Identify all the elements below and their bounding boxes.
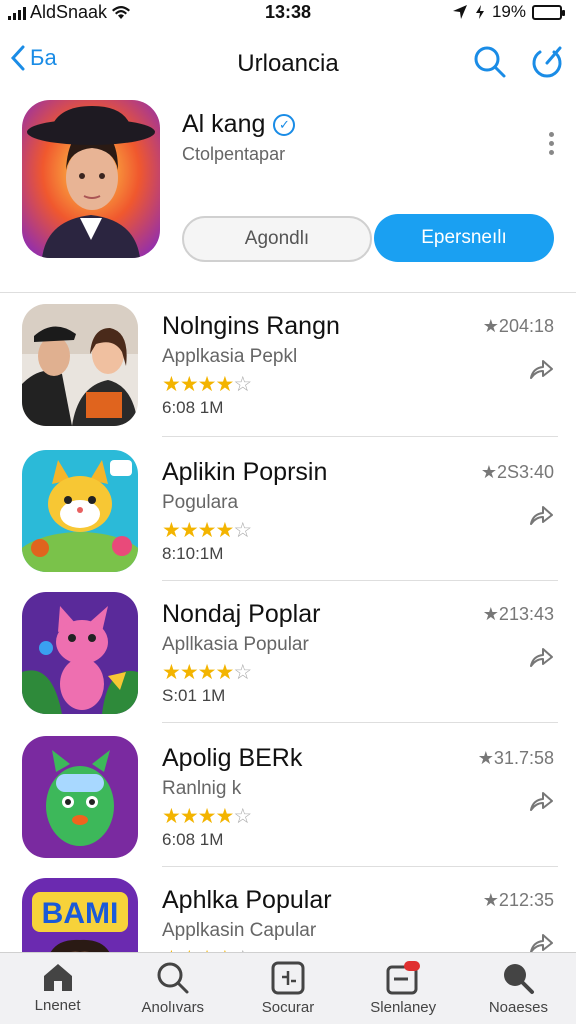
- search-icon: [504, 964, 535, 994]
- app-rating: ★2S3:40: [480, 462, 554, 482]
- app-title: Nondaj Poplar: [162, 600, 321, 628]
- tab-updates[interactable]: Slenlaney: [346, 953, 461, 1024]
- star-rating: ★★★★☆: [162, 519, 252, 542]
- tab-label: Lnenet: [34, 997, 81, 1014]
- navigation-bar: Ба Urloancia: [0, 36, 576, 92]
- nav-actions: [472, 44, 564, 80]
- app-icon: BAMI: [22, 878, 138, 952]
- app-size: S:01 1M: [162, 686, 226, 705]
- row-divider: [162, 436, 558, 437]
- location-icon: [452, 5, 467, 19]
- app-subtitle: Ranlnig k: [162, 778, 242, 799]
- tab-label: Slenlaney: [370, 999, 437, 1016]
- app-list-item[interactable]: BAMI Aphlka Popular Applkasin Capular ★★…: [0, 866, 576, 952]
- app-icon-banner: BAMI: [42, 897, 119, 930]
- home-icon: [43, 964, 72, 991]
- app-subtitle: Applkasia Pepkl: [162, 346, 298, 367]
- share-icon[interactable]: [528, 504, 554, 526]
- tab-search-alt[interactable]: Noaeses: [461, 953, 576, 1024]
- app-list-item[interactable]: Aplikin Poprsin Pogulara ★★★★☆ 8:10:1M ★…: [0, 438, 576, 578]
- star-rating: ★★★★☆: [162, 661, 252, 684]
- apps-icon: [271, 961, 305, 995]
- app-subtitle: Pogulara: [162, 492, 239, 513]
- secondary-action-button[interactable]: Agondlı: [182, 216, 372, 262]
- app-icon: [22, 736, 138, 858]
- featured-app-developer: Ctolpentapar: [182, 144, 286, 164]
- tab-search[interactable]: Anolıvars: [115, 953, 230, 1024]
- app-title: Aplikin Poprsin: [162, 458, 328, 486]
- app-title: Aphlka Popular: [162, 886, 332, 914]
- share-icon[interactable]: [528, 646, 554, 668]
- star-rating: ★★★★☆: [162, 373, 252, 396]
- featured-app-name: Al kang: [182, 110, 266, 138]
- tab-label: Noaeses: [488, 999, 549, 1016]
- app-size: 6:08 1M: [162, 398, 224, 417]
- app-list-item[interactable]: Nolngins Rangn Applkasia Pepkl ★★★★☆ 6:0…: [0, 292, 576, 432]
- alarm-icon: [475, 5, 484, 19]
- tab-label: Anolıvars: [141, 999, 205, 1016]
- app-size: 6:08 1M: [162, 830, 224, 849]
- app-subtitle: Applkasin Capular: [162, 920, 317, 941]
- app-rating: ★213:43: [482, 604, 554, 624]
- updates-icon: [386, 961, 421, 995]
- app-rating: ★204:18: [482, 316, 554, 336]
- tab-bar: Lnenet Anolıvars Socurar Slenlaney Noaes…: [0, 952, 576, 1024]
- app-title: Apolig BERk: [162, 744, 303, 772]
- app-list-item[interactable]: Apolig BERk Ranlnig k ★★★★☆ 6:08 1M ★31.…: [0, 724, 576, 864]
- app-rating: ★31.7:58: [477, 748, 554, 768]
- app-subtitle: Apllkasia Popular: [162, 634, 309, 655]
- tab-home[interactable]: Lnenet: [0, 953, 115, 1024]
- app-size: 8:10:1M: [162, 544, 224, 563]
- status-bar: AldSnaak 13:38 19%: [0, 0, 576, 26]
- tab-apps[interactable]: Socurar: [230, 953, 345, 1024]
- verified-icon: ✓: [273, 113, 296, 136]
- app-list-item[interactable]: Nondaj Poplar Apllkasia Popular ★★★★☆ S:…: [0, 580, 576, 720]
- search-icon[interactable]: [472, 44, 508, 80]
- app-icon: [22, 592, 138, 714]
- compose-icon[interactable]: [530, 44, 564, 80]
- featured-app-icon[interactable]: [22, 100, 160, 258]
- battery-percent: 19%: [491, 2, 526, 21]
- app-icon: [22, 450, 138, 572]
- more-options-icon[interactable]: [549, 132, 554, 155]
- star-rating: ★★★★☆: [162, 805, 252, 828]
- share-icon[interactable]: [528, 358, 554, 380]
- share-icon[interactable]: [528, 790, 554, 812]
- search-icon: [157, 962, 189, 994]
- row-divider: [162, 722, 558, 723]
- app-icon: [22, 304, 138, 426]
- app-title: Nolngins Rangn: [162, 312, 340, 340]
- battery-icon: [532, 4, 565, 20]
- app-rating: ★212:35: [482, 890, 554, 910]
- share-icon[interactable]: [528, 932, 554, 952]
- featured-app: Al kang ✓ Ctolpentapar Agondlı Epersneıl…: [0, 92, 576, 282]
- status-right: 19%: [452, 2, 565, 22]
- primary-action-button[interactable]: Epersneılı: [374, 214, 554, 262]
- featured-app-name-row: Al kang ✓: [182, 110, 296, 139]
- tab-label: Socurar: [261, 999, 315, 1016]
